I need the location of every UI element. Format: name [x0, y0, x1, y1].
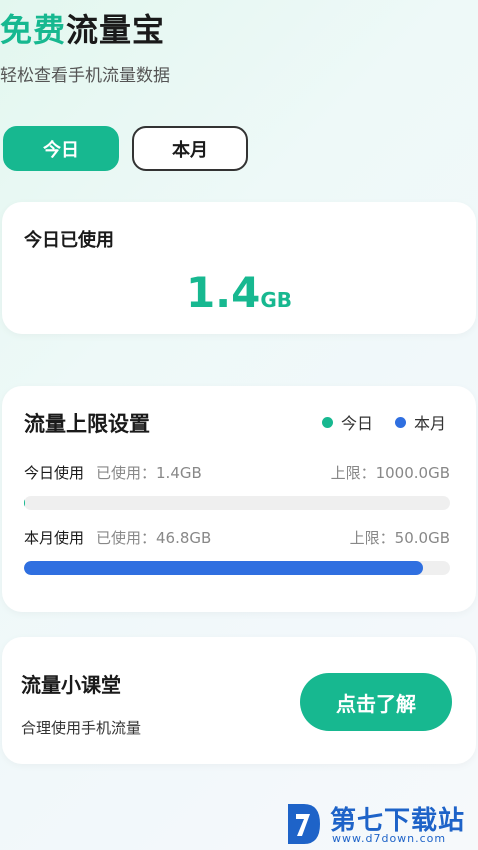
today-limit-row: 今日使用 已使用：1.4GB 上限：1000.0GB [24, 462, 450, 483]
app-title-accent: 免费 [0, 11, 67, 49]
month-limit-row: 本月使用 已使用：46.8GB 上限：50.0GB [24, 527, 450, 548]
limit-settings-title: 流量上限设置 [24, 412, 150, 436]
legend-item-today: 今日 [321, 410, 373, 434]
tab-today[interactable]: 今日 [3, 126, 119, 171]
d7-logo-icon [288, 804, 320, 844]
month-progress-bar [24, 561, 450, 575]
today-usage-unit: GB [260, 288, 293, 312]
today-progress-fill [24, 496, 25, 510]
app-header: 免费流量宝 轻松查看手机流量数据 [0, 8, 170, 88]
today-usage-card: 今日已使用 1.4GB [2, 202, 476, 334]
tips-title: 流量小课堂 [21, 673, 121, 697]
month-limit-name: 本月使用 [24, 529, 85, 547]
limit-settings-card: 流量上限设置 今日 本月 今日使用 已使用：1.4GB 上限：1000.0GB 本… [2, 386, 476, 612]
site-watermark: 第七下载站 www.d7down.com [284, 798, 474, 850]
legend-label-today: 今日 [340, 414, 373, 433]
today-progress-bar [24, 496, 450, 510]
tips-card: 流量小课堂 合理使用手机流量 点击了解 [2, 637, 476, 764]
today-limit-name: 今日使用 [24, 464, 85, 482]
legend-dot-month [394, 416, 406, 428]
month-limit-cap[interactable]: 上限：50.0GB [350, 527, 450, 548]
period-tabs: 今日 本月 [3, 126, 248, 171]
app-title-rest: 流量宝 [66, 11, 166, 49]
learn-more-button[interactable]: 点击了解 [300, 673, 452, 731]
month-limit-used: 已使用：46.8GB [96, 529, 212, 547]
legend-dot-today [321, 416, 333, 428]
legend: 今日 本月 [321, 410, 446, 434]
today-usage-amount: 1.4GB [2, 268, 476, 317]
legend-item-month: 本月 [394, 410, 446, 434]
month-progress-fill [24, 561, 423, 575]
watermark-url: www.d7down.com [332, 832, 447, 845]
today-usage-value: 1.4 [185, 268, 261, 317]
tab-month[interactable]: 本月 [132, 126, 248, 171]
app-subtitle: 轻松查看手机流量数据 [0, 66, 170, 86]
app-title: 免费流量宝 [0, 8, 170, 52]
today-usage-label: 今日已使用 [24, 230, 114, 251]
today-limit-cap[interactable]: 上限：1000.0GB [331, 462, 450, 483]
tips-description: 合理使用手机流量 [21, 719, 142, 737]
today-limit-used: 已使用：1.4GB [96, 464, 202, 482]
legend-label-month: 本月 [413, 414, 446, 433]
